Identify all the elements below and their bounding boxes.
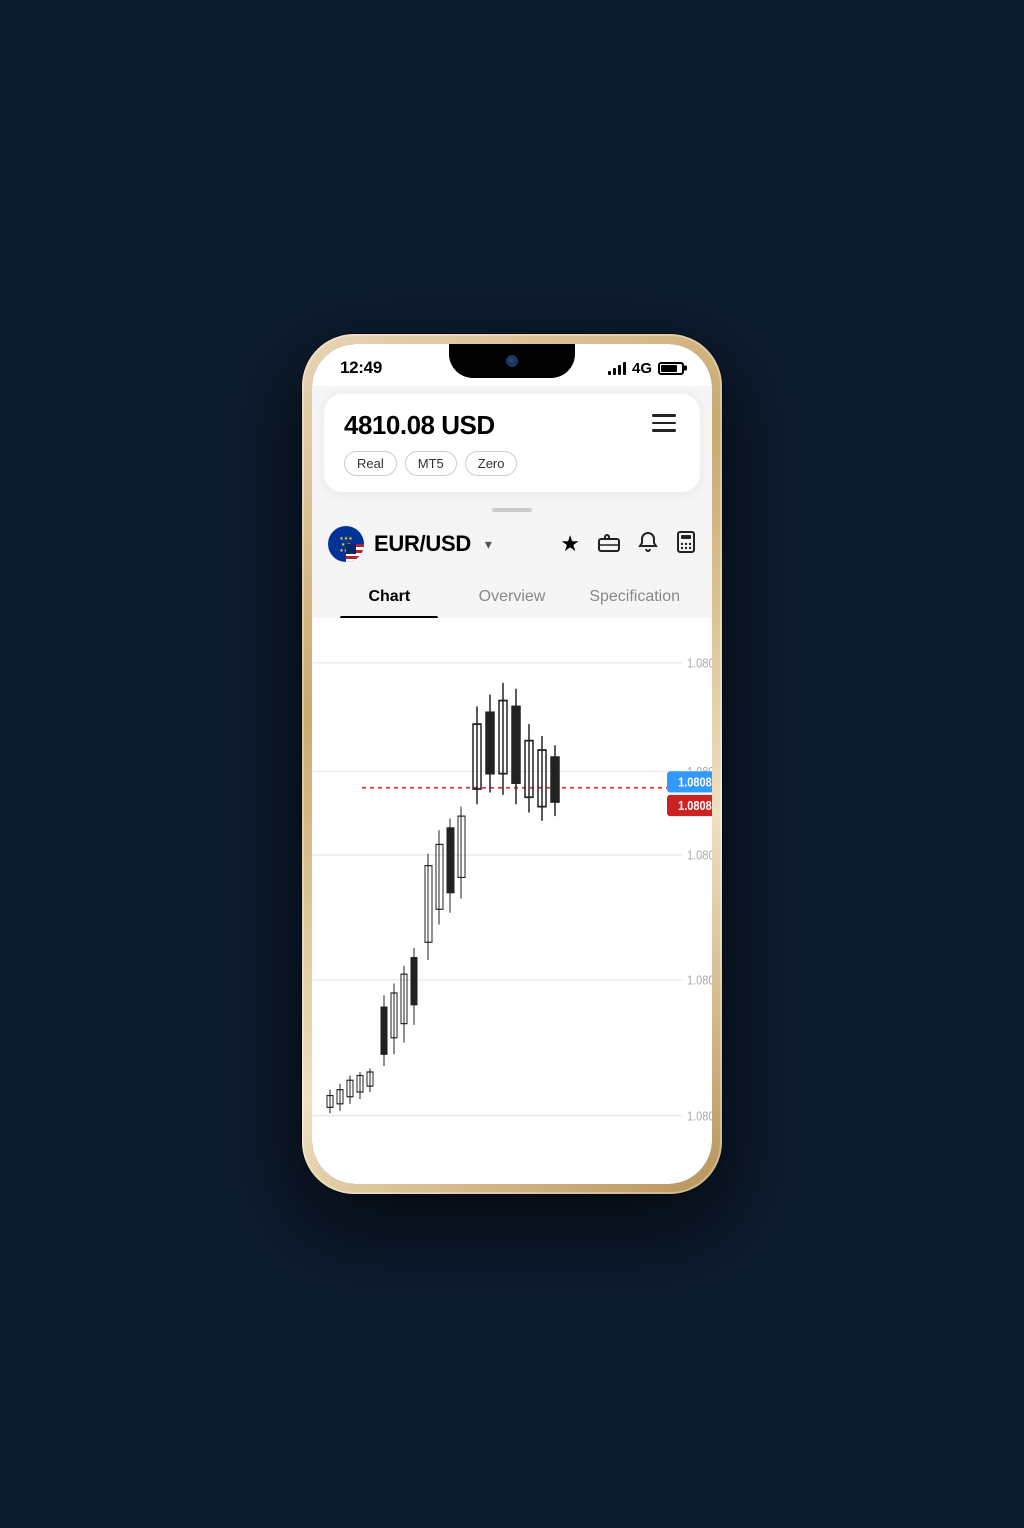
instrument-header: ★★★ ★ ★ ★★★ [312,516,712,572]
currency-flag: ★★★ ★ ★ ★★★ [328,526,364,562]
candles-group [327,683,559,1113]
briefcase-icon[interactable] [598,532,620,556]
instrument-left[interactable]: ★★★ ★ ★ ★★★ [328,526,492,562]
chevron-down-icon[interactable]: ▾ [485,536,492,553]
tag-mt5[interactable]: MT5 [405,451,457,476]
phone-mockup: 12:49 4G [302,334,722,1194]
status-right: 4G [608,360,684,377]
instrument-actions: ★ [560,531,696,557]
signal-bar-2 [613,368,616,375]
menu-button[interactable] [648,410,680,436]
flag-svg: ★★★ ★ ★ ★★★ [328,526,364,562]
status-bar: 12:49 4G [312,344,712,386]
battery-icon [658,362,684,375]
battery-fill [661,365,677,372]
header-card: 4810.08 USD Real MT5 Zero [324,394,700,492]
tag-real[interactable]: Real [344,451,397,476]
menu-line-1 [652,414,676,417]
tab-specification[interactable]: Specification [573,578,696,618]
balance-amount: 4810.08 USD [344,410,517,441]
phone-frame: 12:49 4G [302,334,722,1194]
svg-text:1.08030: 1.08030 [687,1108,712,1123]
favorite-button[interactable]: ★ [560,533,580,555]
tag-zero[interactable]: Zero [465,451,518,476]
signal-bar-3 [618,365,621,375]
bell-icon[interactable] [638,531,658,557]
signal-icon [608,361,626,375]
notch [449,344,575,378]
screen: 12:49 4G [312,344,712,1184]
tab-overview[interactable]: Overview [451,578,574,618]
signal-bar-4 [623,362,626,375]
tab-chart[interactable]: Chart [328,578,451,618]
svg-text:1.08097: 1.08097 [687,656,712,671]
svg-text:1.08053: 1.08053 [687,973,712,988]
chart-area[interactable]: 1.08097 1.08085 1.08075 1.08053 1.08030 … [312,618,712,1184]
drag-bar [492,508,532,512]
account-tags: Real MT5 Zero [344,451,517,476]
network-type: 4G [632,360,652,377]
tabs: Chart Overview Specification [312,572,712,618]
calculator-icon[interactable] [676,531,696,557]
status-time: 12:49 [340,358,382,378]
drag-handle [312,500,712,516]
candlestick-chart-svg: 1.08097 1.08085 1.08075 1.08053 1.08030 … [312,618,712,1184]
phone-inner: 12:49 4G [312,344,712,1184]
balance-section: 4810.08 USD Real MT5 Zero [344,410,517,476]
svg-text:1.08085: 1.08085 [678,798,712,813]
instrument-name: EUR/USD [374,531,471,557]
menu-line-3 [652,429,676,432]
signal-bar-1 [608,371,611,375]
camera-sensor [506,355,518,367]
svg-text:1.08085: 1.08085 [678,775,712,790]
menu-line-2 [652,422,676,425]
svg-text:1.08075: 1.08075 [687,848,712,863]
